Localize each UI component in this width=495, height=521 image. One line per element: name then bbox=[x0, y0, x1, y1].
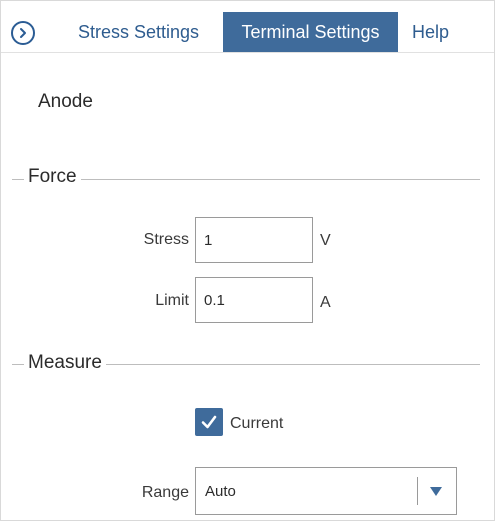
terminal-settings-panel: Stress Settings Terminal Settings Help A… bbox=[0, 0, 495, 521]
limit-unit: A bbox=[320, 294, 331, 311]
limit-input[interactable] bbox=[195, 277, 313, 323]
tab-help[interactable]: Help bbox=[412, 12, 457, 52]
tab-stress-settings[interactable]: Stress Settings bbox=[78, 12, 218, 52]
stress-label: Stress bbox=[143, 231, 189, 248]
chevron-right-circle-icon[interactable] bbox=[11, 21, 35, 45]
force-divider bbox=[12, 179, 480, 180]
select-divider bbox=[417, 477, 418, 505]
current-checkbox-label[interactable]: Current bbox=[230, 415, 283, 433]
tab-terminal-settings[interactable]: Terminal Settings bbox=[223, 12, 398, 52]
tab-bar: Stress Settings Terminal Settings Help bbox=[1, 1, 494, 53]
current-checkbox[interactable] bbox=[195, 408, 223, 436]
range-select-value: Auto bbox=[205, 483, 236, 500]
range-label: Range bbox=[141, 484, 189, 501]
force-group-title: Force bbox=[24, 166, 81, 188]
stress-unit: V bbox=[320, 232, 331, 249]
checkmark-icon bbox=[201, 415, 217, 429]
measure-group-title: Measure bbox=[24, 352, 106, 374]
limit-label: Limit bbox=[155, 292, 189, 309]
stress-input[interactable] bbox=[195, 217, 313, 263]
range-select[interactable]: Auto bbox=[195, 467, 457, 515]
terminal-name: Anode bbox=[38, 91, 93, 112]
dropdown-arrow-icon[interactable] bbox=[430, 487, 442, 497]
